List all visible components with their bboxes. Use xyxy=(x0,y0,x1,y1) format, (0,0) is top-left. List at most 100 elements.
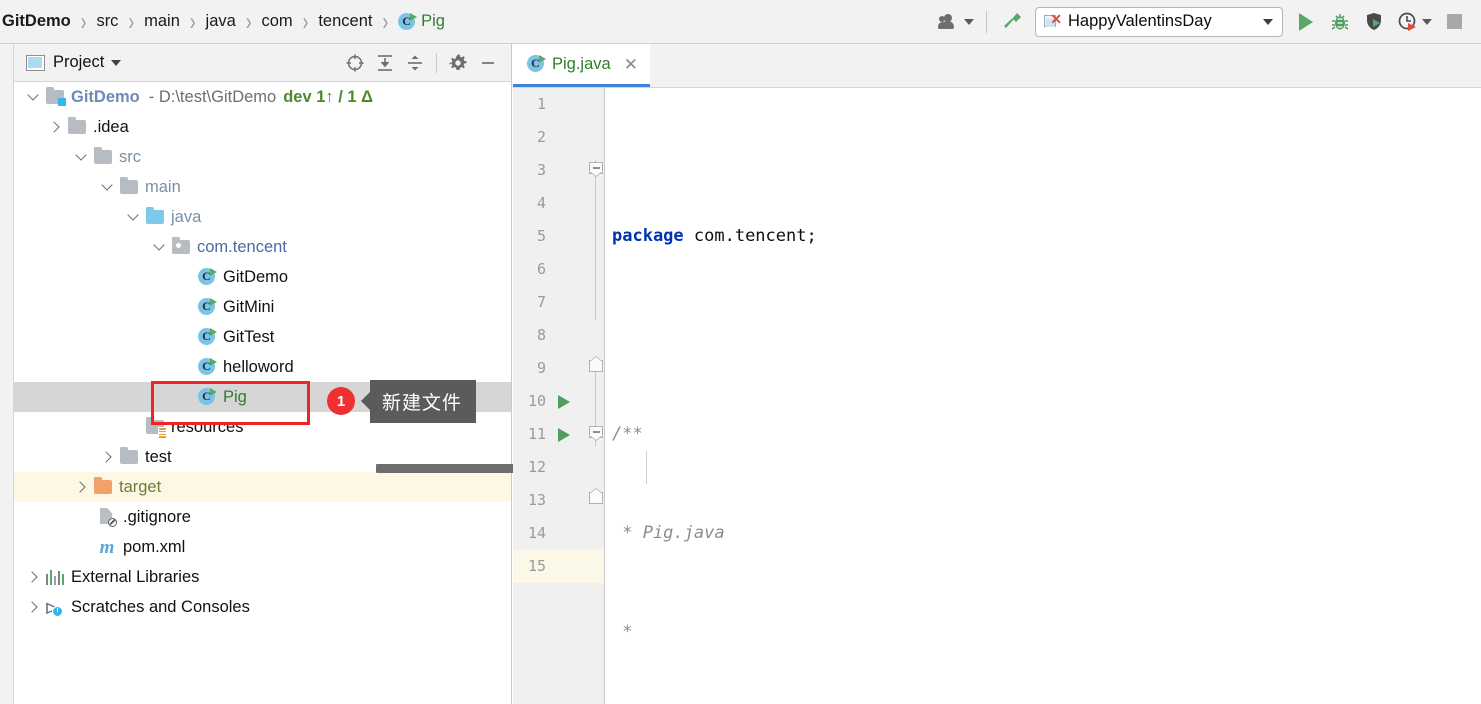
expand-all-button[interactable] xyxy=(370,48,400,78)
chevron-right-icon[interactable] xyxy=(44,121,66,133)
code-editor[interactable]: 1 2 3 4 5 6 7 8 9 10 11 12 13 14 15 pack… xyxy=(513,88,1481,704)
fold-collapse-icon[interactable] xyxy=(589,426,604,441)
tree-item-label: Pig xyxy=(223,387,247,406)
maven-icon: m xyxy=(99,536,115,558)
fold-end-icon[interactable] xyxy=(589,356,604,375)
code-line-5: * xyxy=(612,622,643,642)
run-class-icon[interactable] xyxy=(558,395,570,409)
tree-item-label: test xyxy=(145,447,172,466)
tree-item-external-libraries[interactable]: External Libraries xyxy=(14,562,511,592)
close-icon[interactable]: ✕ xyxy=(624,56,638,73)
breadcrumb-item-main[interactable]: main xyxy=(141,12,183,31)
source-folder-icon xyxy=(144,207,166,224)
tree-item-scratches-consoles[interactable]: ▷ Scratches and Consoles xyxy=(14,592,511,622)
tree-item-label: main xyxy=(145,177,181,196)
tree-item-label: target xyxy=(119,477,162,496)
tool-window-structure[interactable]: Structure xyxy=(0,46,13,99)
java-class-icon: C xyxy=(196,358,218,376)
module-folder-icon xyxy=(44,87,66,106)
debug-button[interactable] xyxy=(1323,5,1357,39)
project-panel-header: Project xyxy=(14,44,511,82)
breadcrumb-item-gitdemo[interactable]: GitDemo xyxy=(0,12,74,31)
tree-item-gitmini-class[interactable]: C GitMini xyxy=(14,292,511,322)
people-button[interactable] xyxy=(934,5,978,39)
chevron-right-icon[interactable] xyxy=(96,451,118,463)
tree-item-gitdemo-root[interactable]: GitDemo - D:\test\GitDemo dev 1↑ / 1 Δ xyxy=(14,82,511,112)
gutter-line-11: 11 xyxy=(513,418,604,451)
chevron-right-icon[interactable] xyxy=(22,601,44,613)
tree-item-pom-xml[interactable]: m pom.xml xyxy=(14,532,511,562)
run-configuration-selector[interactable]: ✕ HappyValentinsDay xyxy=(1035,6,1283,37)
chevron-right-icon[interactable] xyxy=(22,571,44,583)
fold-collapse-icon[interactable] xyxy=(589,162,604,177)
top-toolbar: GitDemo › src › main › java › com › tenc… xyxy=(0,0,1481,44)
tree-item-label: src xyxy=(119,147,141,166)
gutter-line-5: 5 xyxy=(536,227,546,245)
java-class-icon: C xyxy=(196,268,218,286)
breadcrumb-item-pig-label: Pig xyxy=(421,12,445,30)
breadcrumb-item-java[interactable]: java xyxy=(203,12,239,31)
java-class-icon: C xyxy=(196,388,218,406)
tree-item-main[interactable]: main xyxy=(14,172,511,202)
select-opened-file-button[interactable] xyxy=(340,48,370,78)
git-branch-label: dev 1↑ / 1 Δ xyxy=(283,87,374,106)
editor-gutter[interactable]: 1 2 3 4 5 6 7 8 9 10 11 12 13 14 15 xyxy=(513,88,605,704)
project-horizontal-scrollbar[interactable] xyxy=(376,464,516,473)
toolbar-divider xyxy=(986,10,987,33)
build-button[interactable] xyxy=(995,5,1029,39)
tree-item-label: GitTest xyxy=(223,327,275,346)
breadcrumb: GitDemo › src › main › java › com › tenc… xyxy=(0,0,448,44)
tree-item-helloword-class[interactable]: C helloword xyxy=(14,352,511,382)
tree-item-gitignore[interactable]: .gitignore xyxy=(14,502,511,532)
profile-button[interactable] xyxy=(1391,5,1437,39)
chevron-down-icon[interactable] xyxy=(22,89,44,101)
chevron-right-icon[interactable] xyxy=(70,481,92,493)
hide-panel-button[interactable] xyxy=(473,48,503,78)
tree-item-label: GitDemo xyxy=(223,267,289,286)
breadcrumb-separator-icon: › xyxy=(245,7,252,35)
tree-item-src[interactable]: src xyxy=(14,142,511,172)
minimize-icon xyxy=(482,61,494,64)
chevron-down-icon[interactable] xyxy=(148,239,170,251)
tree-item-target[interactable]: target xyxy=(14,472,511,502)
chevron-down-icon xyxy=(1421,18,1432,25)
chevron-down-icon xyxy=(963,18,974,25)
chevron-down-icon[interactable] xyxy=(122,209,144,221)
breadcrumb-separator-icon: › xyxy=(189,7,196,35)
collapse-all-button[interactable] xyxy=(400,48,430,78)
tool-window-favorites[interactable]: Favorites xyxy=(0,214,13,267)
tree-item-label: .idea xyxy=(93,117,129,136)
settings-gear-icon xyxy=(449,54,467,70)
tree-item-gitdemo-class[interactable]: C GitDemo xyxy=(14,262,511,292)
java-class-icon: C xyxy=(196,328,218,346)
gutter-line-1: 1 xyxy=(536,95,546,113)
tree-item-idea[interactable]: .idea xyxy=(14,112,511,142)
code-text-area[interactable]: package com.tencent; /** * Pig.java * * … xyxy=(606,88,1481,704)
fold-end-icon[interactable] xyxy=(589,488,604,507)
tree-item-gittest-class[interactable]: C GitTest xyxy=(14,322,511,352)
tree-item-label: resources xyxy=(171,417,244,436)
stop-button[interactable] xyxy=(1437,5,1471,39)
run-method-icon[interactable] xyxy=(558,428,570,442)
tab-pig-java[interactable]: C Pig.java ✕ xyxy=(513,44,650,87)
run-with-coverage-button[interactable] xyxy=(1357,5,1391,39)
breadcrumb-item-com[interactable]: com xyxy=(259,12,296,31)
breadcrumb-separator-icon: › xyxy=(382,7,389,35)
folder-icon xyxy=(66,117,88,134)
breadcrumb-item-tencent[interactable]: tencent xyxy=(315,12,375,31)
gutter-line-15: 15 xyxy=(513,550,604,583)
tree-item-com-tencent[interactable]: com.tencent xyxy=(14,232,511,262)
tool-window-commit[interactable]: Commit xyxy=(0,454,13,499)
stop-icon xyxy=(1446,14,1462,29)
settings-button[interactable] xyxy=(443,48,473,78)
tree-item-label: helloword xyxy=(223,357,294,376)
breadcrumb-item-src[interactable]: src xyxy=(93,12,121,31)
run-button[interactable] xyxy=(1289,5,1323,39)
chevron-down-icon[interactable] xyxy=(70,149,92,161)
tree-item-java[interactable]: java xyxy=(14,202,511,232)
gutter-line-12: 12 xyxy=(527,458,546,476)
tree-item-label: GitMini xyxy=(223,297,275,316)
breadcrumb-item-pig[interactable]: C Pig xyxy=(395,12,448,31)
chevron-down-icon[interactable] xyxy=(111,59,122,66)
chevron-down-icon[interactable] xyxy=(96,179,118,191)
